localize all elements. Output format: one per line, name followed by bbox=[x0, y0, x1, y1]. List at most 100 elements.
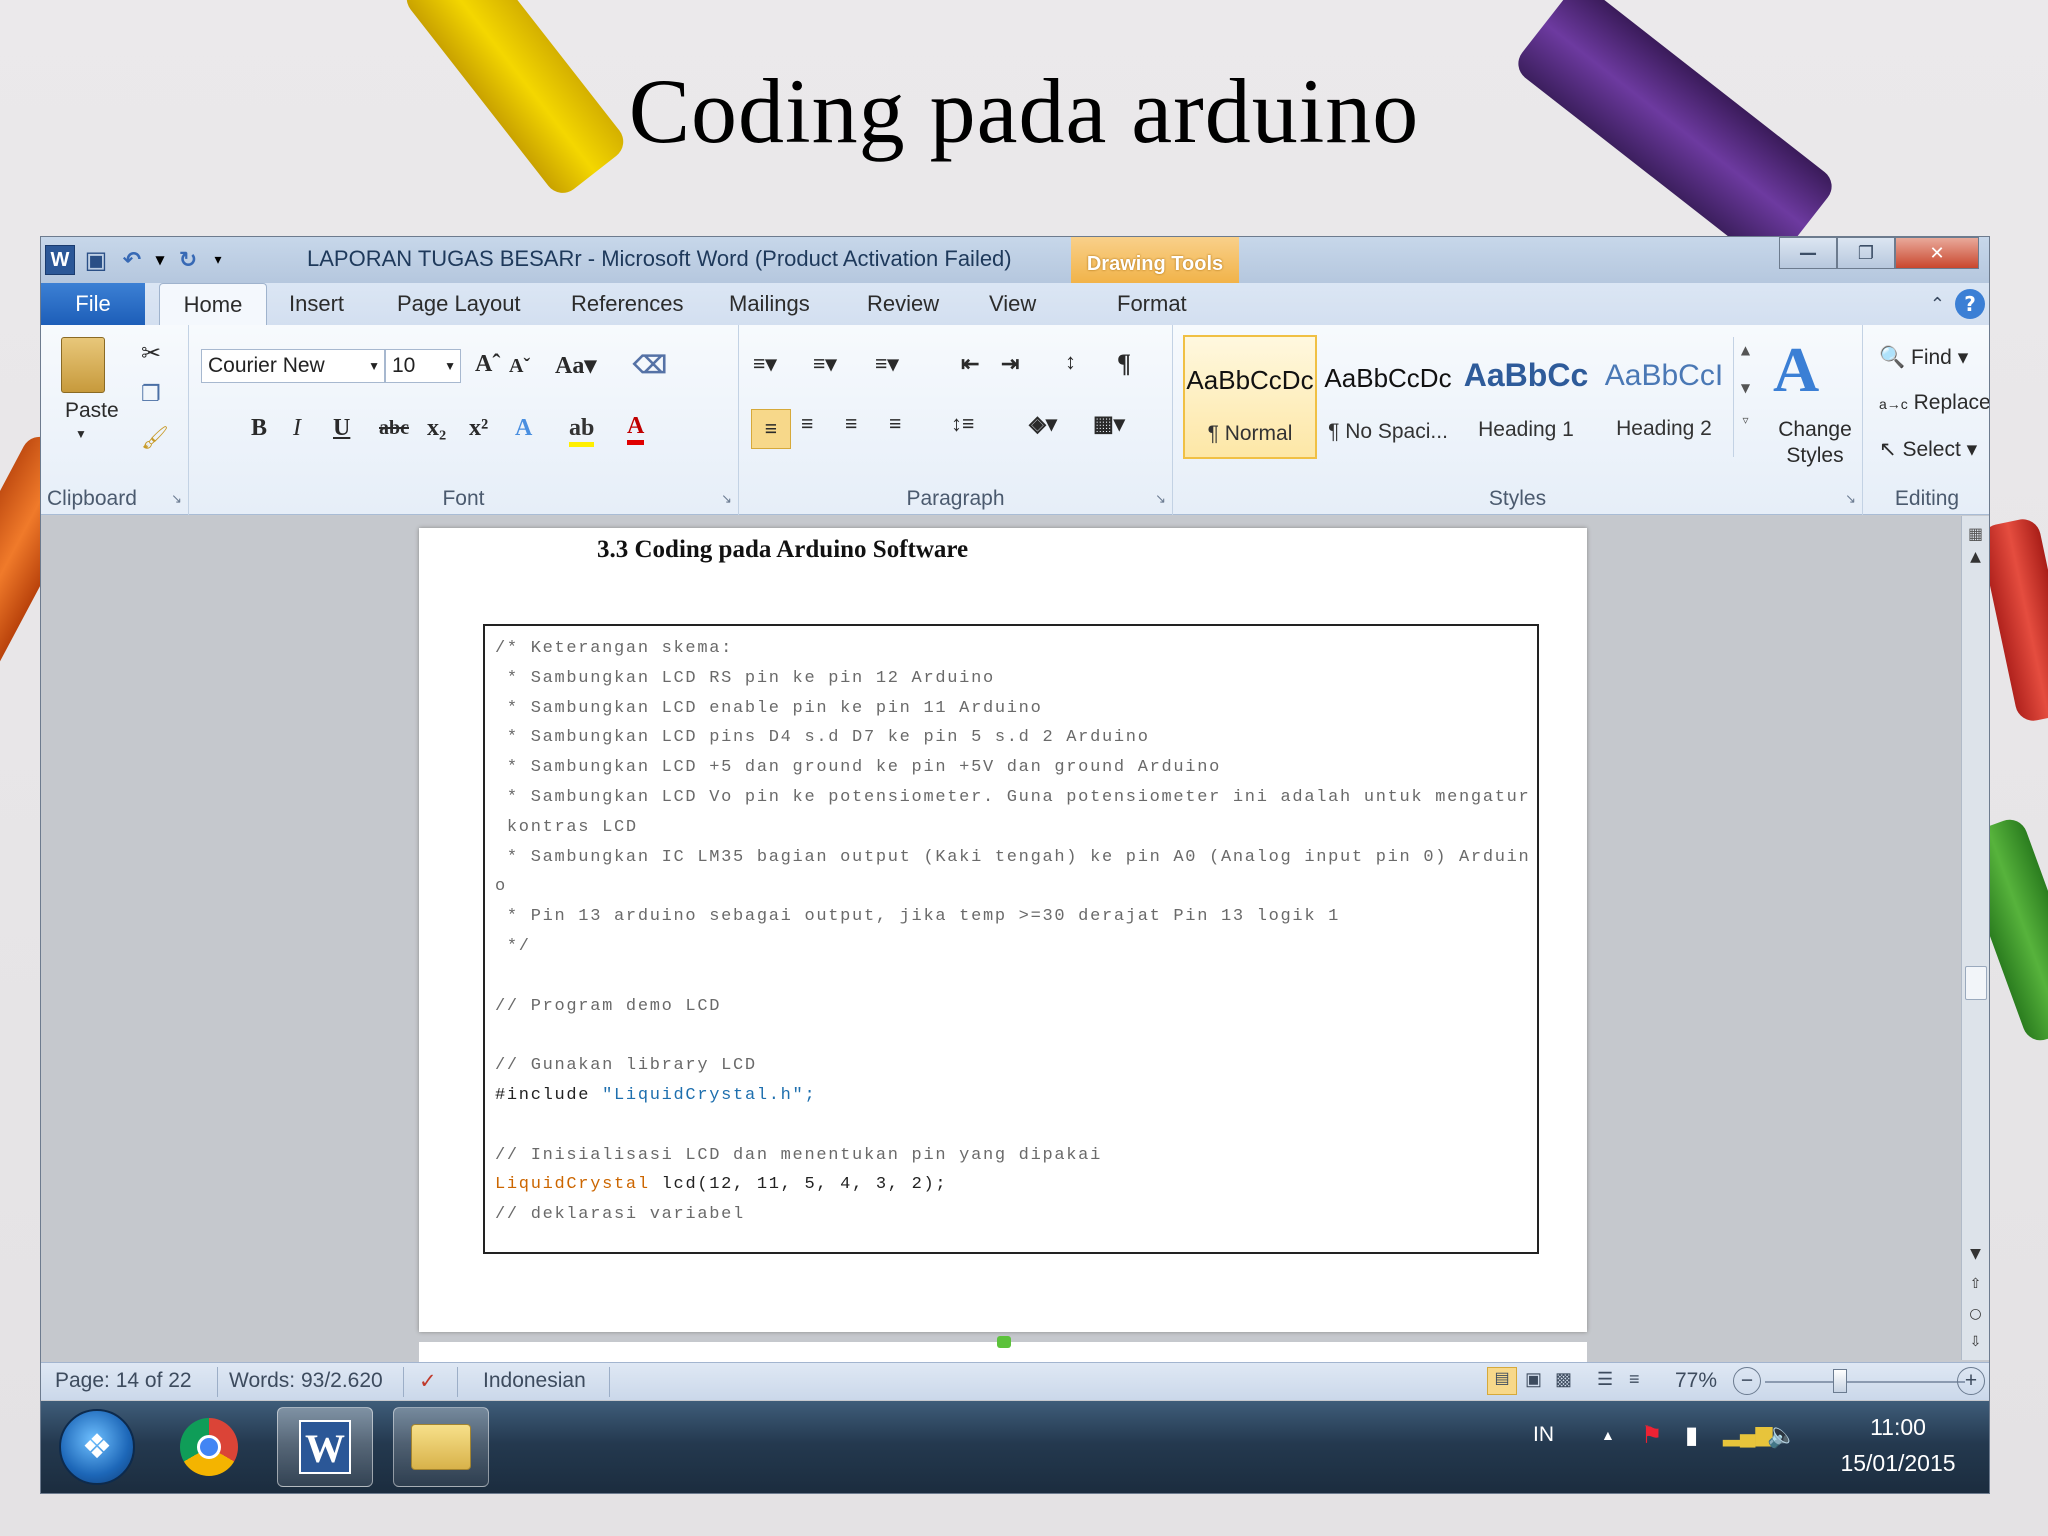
redo-icon[interactable]: ↻ bbox=[173, 245, 203, 275]
styles-launcher-icon[interactable]: ↘ bbox=[1845, 492, 1856, 507]
text-effects-icon[interactable]: A bbox=[515, 415, 532, 442]
tab-insert[interactable]: Insert bbox=[289, 283, 344, 325]
paragraph-launcher-icon[interactable]: ↘ bbox=[1155, 492, 1166, 507]
styles-scroll[interactable]: ▲ ▼ ▿ bbox=[1733, 337, 1757, 457]
taskbar-chrome[interactable] bbox=[161, 1407, 257, 1487]
tab-format[interactable]: Format bbox=[1117, 283, 1187, 325]
undo-icon[interactable]: ↶ bbox=[117, 245, 147, 275]
more-styles-icon[interactable]: ▿ bbox=[1734, 413, 1757, 427]
help-icon[interactable]: ? bbox=[1955, 289, 1985, 319]
show-hidden-icons-icon[interactable]: ▲ bbox=[1601, 1427, 1615, 1443]
font-name-dropdown-icon[interactable]: ▼ bbox=[368, 350, 380, 382]
close-button[interactable]: ✕ bbox=[1895, 237, 1979, 269]
browse-object-icon[interactable]: ○ bbox=[1962, 1306, 1989, 1322]
strikethrough-icon[interactable]: abc bbox=[379, 417, 409, 440]
shading-icon[interactable]: ◈▾ bbox=[1029, 411, 1057, 437]
dropdown-icon[interactable]: ▼ bbox=[153, 245, 167, 275]
save-icon[interactable]: ▣ bbox=[81, 245, 111, 275]
align-center-icon[interactable]: ≡ bbox=[801, 411, 814, 437]
style-heading-1[interactable]: AaBbCc Heading 1 bbox=[1459, 335, 1593, 459]
vertical-scrollbar[interactable]: ▦ ▲ ▼ ⇧ ○ ⇩ bbox=[1961, 516, 1989, 1360]
clipboard-launcher-icon[interactable]: ↘ bbox=[171, 492, 182, 507]
increase-indent-icon[interactable]: ⇥ bbox=[1001, 351, 1019, 377]
input-language[interactable]: IN bbox=[1533, 1423, 1554, 1447]
battery-icon[interactable]: ▮ bbox=[1685, 1421, 1698, 1450]
grow-font-icon[interactable]: Aˆ bbox=[475, 351, 500, 378]
zoom-in-icon[interactable]: + bbox=[1957, 1367, 1985, 1395]
code-textbox[interactable]: /* Keterangan skema: * Sambungkan LCD RS… bbox=[483, 624, 1539, 1254]
ruler-toggle-icon[interactable]: ▦ bbox=[1962, 524, 1989, 543]
tab-review[interactable]: Review bbox=[867, 283, 939, 325]
word-count[interactable]: Words: 93/2.620 bbox=[229, 1369, 383, 1393]
align-right-icon[interactable]: ≡ bbox=[845, 411, 858, 437]
clear-formatting-icon[interactable]: ⌫ bbox=[633, 351, 667, 380]
tab-mailings[interactable]: Mailings bbox=[729, 283, 810, 325]
minimize-ribbon-icon[interactable]: ⌃ bbox=[1930, 294, 1945, 315]
tab-home[interactable]: Home bbox=[159, 283, 267, 325]
scroll-thumb[interactable] bbox=[1965, 966, 1987, 1000]
paste-icon[interactable] bbox=[61, 337, 105, 393]
shrink-font-icon[interactable]: Aˇ bbox=[509, 355, 530, 378]
show-formatting-icon[interactable]: ¶ bbox=[1117, 349, 1131, 379]
minimize-button[interactable]: — bbox=[1779, 237, 1837, 269]
line-spacing-icon[interactable]: ↕≡ bbox=[951, 411, 975, 437]
replace-button[interactable]: a→c Replace bbox=[1879, 391, 1989, 415]
scroll-up-icon[interactable]: ▲ bbox=[1734, 343, 1757, 357]
subscript-icon[interactable]: x₂ bbox=[427, 415, 446, 442]
change-styles-button[interactable]: Change Styles bbox=[1775, 417, 1855, 469]
zoom-slider-track[interactable] bbox=[1765, 1381, 1965, 1383]
customize-toolbar-icon[interactable]: ▾ bbox=[209, 245, 227, 275]
scroll-up-arrow-icon[interactable]: ▲ bbox=[1962, 549, 1989, 565]
tab-view[interactable]: View bbox=[989, 283, 1036, 325]
decrease-indent-icon[interactable]: ⇤ bbox=[961, 351, 979, 377]
underline-icon[interactable]: U bbox=[333, 415, 350, 442]
cut-icon[interactable]: ✂ bbox=[141, 339, 161, 368]
taskbar-word[interactable]: W bbox=[277, 1407, 373, 1487]
change-case-icon[interactable]: Aa▾ bbox=[555, 351, 596, 380]
start-button[interactable]: ❖ bbox=[59, 1409, 135, 1485]
maximize-button[interactable]: ❐ bbox=[1837, 237, 1895, 269]
tab-references[interactable]: References bbox=[571, 283, 684, 325]
italic-icon[interactable]: I bbox=[293, 415, 301, 442]
page-count[interactable]: Page: 14 of 22 bbox=[55, 1369, 192, 1393]
clock[interactable]: 11:00 15/01/2015 bbox=[1833, 1409, 1963, 1481]
scroll-down-arrow-icon[interactable]: ▼ bbox=[1962, 1246, 1989, 1262]
taskbar-explorer[interactable] bbox=[393, 1407, 489, 1487]
web-layout-icon[interactable]: ▩ bbox=[1555, 1369, 1572, 1390]
action-center-flag-icon[interactable]: ⚑ bbox=[1641, 1421, 1663, 1450]
bold-icon[interactable]: B bbox=[251, 415, 267, 442]
document-page[interactable]: 3.3 Coding pada Arduino Software /* Kete… bbox=[419, 528, 1587, 1332]
next-page-icon[interactable]: ⇩ bbox=[1962, 1334, 1989, 1350]
copy-icon[interactable]: ❐ bbox=[141, 381, 161, 407]
scroll-down-icon[interactable]: ▼ bbox=[1734, 381, 1757, 395]
word-logo-icon[interactable]: W bbox=[45, 245, 75, 275]
draft-icon[interactable]: ≡ bbox=[1629, 1369, 1640, 1390]
superscript-icon[interactable]: x² bbox=[469, 415, 488, 442]
shape-handle-icon[interactable] bbox=[997, 1336, 1011, 1348]
style-heading-2[interactable]: AaBbCcI Heading 2 bbox=[1597, 335, 1731, 459]
multilevel-list-icon[interactable]: ≡▾ bbox=[875, 351, 899, 377]
numbering-icon[interactable]: ≡▾ bbox=[813, 351, 837, 377]
font-launcher-icon[interactable]: ↘ bbox=[721, 492, 732, 507]
previous-page-icon[interactable]: ⇧ bbox=[1962, 1276, 1989, 1292]
highlight-icon[interactable]: ab bbox=[569, 415, 595, 447]
tab-page-layout[interactable]: Page Layout bbox=[397, 283, 521, 325]
change-styles-icon[interactable]: A bbox=[1773, 333, 1819, 407]
network-icon[interactable]: ▂▄▆ bbox=[1723, 1421, 1772, 1447]
paste-dropdown-icon[interactable]: ▼ bbox=[75, 427, 87, 441]
zoom-out-icon[interactable]: − bbox=[1733, 1367, 1761, 1395]
select-button[interactable]: ↖ Select ▾ bbox=[1879, 437, 1977, 462]
sort-icon[interactable]: ↕ bbox=[1065, 349, 1076, 375]
borders-icon[interactable]: ▦▾ bbox=[1093, 411, 1125, 437]
tab-file[interactable]: File bbox=[41, 283, 145, 325]
outline-icon[interactable]: ☰ bbox=[1597, 1369, 1613, 1390]
full-screen-reading-icon[interactable]: ▣ bbox=[1525, 1369, 1542, 1390]
font-size-box[interactable]: 10 ▼ bbox=[385, 349, 461, 383]
paste-button[interactable]: Paste bbox=[65, 399, 119, 423]
font-size-dropdown-icon[interactable]: ▼ bbox=[444, 350, 456, 382]
justify-icon[interactable]: ≡ bbox=[889, 411, 902, 437]
style-normal[interactable]: AaBbCcDc ¶ Normal bbox=[1183, 335, 1317, 459]
style-no-spacing[interactable]: AaBbCcDc ¶ No Spaci... bbox=[1321, 335, 1455, 459]
font-color-icon[interactable]: A bbox=[627, 413, 645, 445]
align-left-icon[interactable]: ≡ bbox=[751, 409, 791, 449]
